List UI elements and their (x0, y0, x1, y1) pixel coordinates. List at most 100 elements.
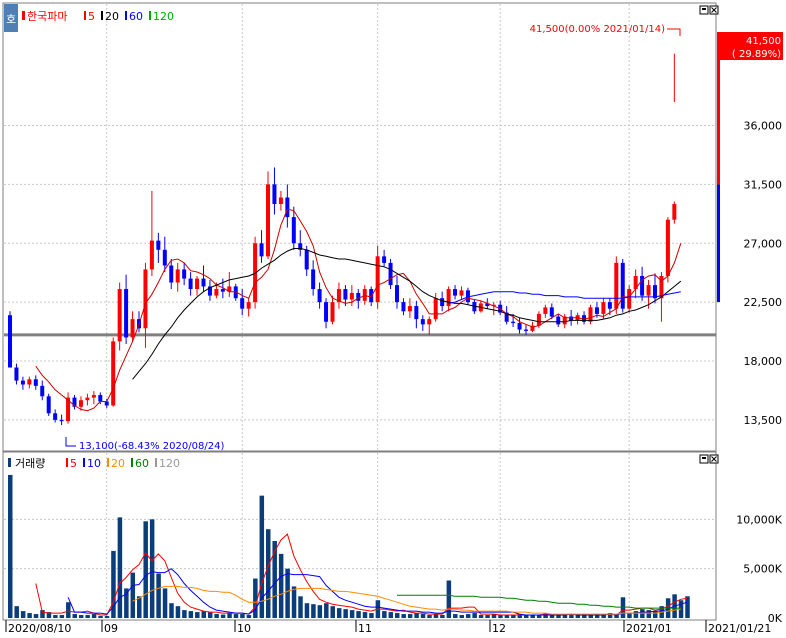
volume-bar (614, 615, 619, 618)
volume-bar (330, 606, 335, 618)
volume-panel-frame (2, 451, 717, 621)
volume-bar (620, 597, 626, 618)
candle-body (85, 397, 90, 401)
volume-bar (124, 588, 129, 618)
candle-body (646, 285, 651, 296)
candle-body (330, 302, 335, 322)
candle-body (601, 302, 606, 314)
candle-body (607, 302, 612, 309)
candle-body (78, 400, 83, 407)
volume-bar (253, 578, 258, 618)
max-price-annotation: 41,500(0.00% 2021/01/14) (530, 24, 665, 35)
volume-bar (104, 616, 110, 618)
candle-body (665, 219, 670, 276)
x-tick-label: 11 (358, 622, 372, 634)
price-y-tick-label: 27,000 (744, 237, 783, 250)
candle-body (162, 249, 167, 266)
volume-bar (220, 614, 226, 618)
legend-marker (149, 11, 151, 20)
candle-body (149, 240, 154, 270)
chart-root: 36,000 31,500 27,000 22,500 18,000 13,500 10,0… (0, 0, 786, 635)
legend-marker (131, 458, 133, 467)
candle-body (395, 285, 399, 303)
legend-label: 20 (111, 457, 125, 470)
volume-color-marker (8, 458, 11, 467)
candle-body (8, 315, 12, 368)
volume-bar (646, 610, 652, 618)
legend-label: 120 (153, 10, 174, 23)
candle-body (175, 269, 180, 283)
volume-bar (169, 603, 174, 618)
volume-bar (143, 521, 148, 618)
volume-bar (414, 613, 419, 618)
candle-body (117, 289, 122, 342)
legend-marker (66, 458, 68, 467)
volume-bar (207, 612, 213, 618)
candle-body (14, 367, 19, 381)
x-tick-labels: 2020/08/10 09 10 11 12 2021/01 2021/01/21 (5, 620, 771, 635)
volume-bar (59, 615, 65, 618)
candle-body (536, 313, 541, 326)
volume-bar (311, 604, 316, 618)
candle-body (401, 302, 406, 312)
candle-body (356, 292, 361, 301)
candle-body (124, 289, 129, 338)
candle-body (453, 289, 458, 296)
candle-body (569, 316, 574, 321)
volume-bar (162, 588, 168, 618)
candle-body (46, 396, 51, 414)
volume-bar (246, 615, 252, 618)
current-change: ( 29.89%) (732, 49, 781, 60)
candle-body (33, 379, 38, 386)
candle-body (407, 306, 412, 312)
volume-bar (388, 612, 394, 618)
volume-bar (272, 541, 277, 618)
candle-body (20, 380, 25, 385)
candle-body (369, 289, 374, 303)
volume-bar (343, 609, 348, 618)
candle-body (304, 249, 309, 270)
candle-body (143, 269, 148, 329)
volume-bar (188, 611, 194, 618)
stock-chart-svg: 36,000 31,500 27,000 22,500 18,000 13,500 10,0… (2, 2, 783, 635)
candle-body (362, 289, 367, 301)
volume-bar (78, 615, 84, 618)
volume-bar (66, 602, 71, 618)
volume-bar (240, 614, 245, 618)
candle-body (53, 413, 58, 420)
volume-bar (446, 580, 452, 618)
current-price: 41,500 (746, 36, 781, 47)
volume-bar (685, 596, 690, 618)
maximize-icon (702, 457, 706, 459)
volume-bar (175, 606, 181, 618)
candle-body (375, 256, 380, 303)
candle-body (201, 278, 206, 287)
candle-body (620, 262, 625, 309)
candle-body (556, 316, 561, 325)
volume-y-tick-label: 10,000K (736, 513, 782, 526)
min-price-annotation: 13,100(-68.43% 2020/08/24) (79, 441, 224, 452)
volume-bar (317, 605, 323, 618)
volume-bar (91, 614, 97, 618)
candle-body (324, 302, 329, 322)
candle-body (440, 298, 445, 307)
volume-bar (382, 611, 387, 618)
candle-body (156, 240, 161, 250)
candle-body (388, 262, 393, 286)
legend-marker (125, 11, 127, 20)
candle-body (594, 307, 599, 314)
volume-bar (420, 614, 426, 618)
candle-body (91, 394, 96, 398)
stock-color-marker (22, 11, 25, 20)
candle-body (59, 419, 64, 422)
volume-bar (8, 474, 13, 618)
candle-body (188, 278, 193, 290)
candle-body (104, 401, 109, 406)
volume-bar (349, 610, 355, 618)
right-axis-down-bar (717, 184, 720, 303)
candle-body (214, 289, 219, 296)
volume-bar (137, 596, 142, 618)
legend-marker (155, 458, 157, 467)
volume-bar (201, 611, 206, 618)
stock-name: 한국파마 (27, 10, 67, 23)
